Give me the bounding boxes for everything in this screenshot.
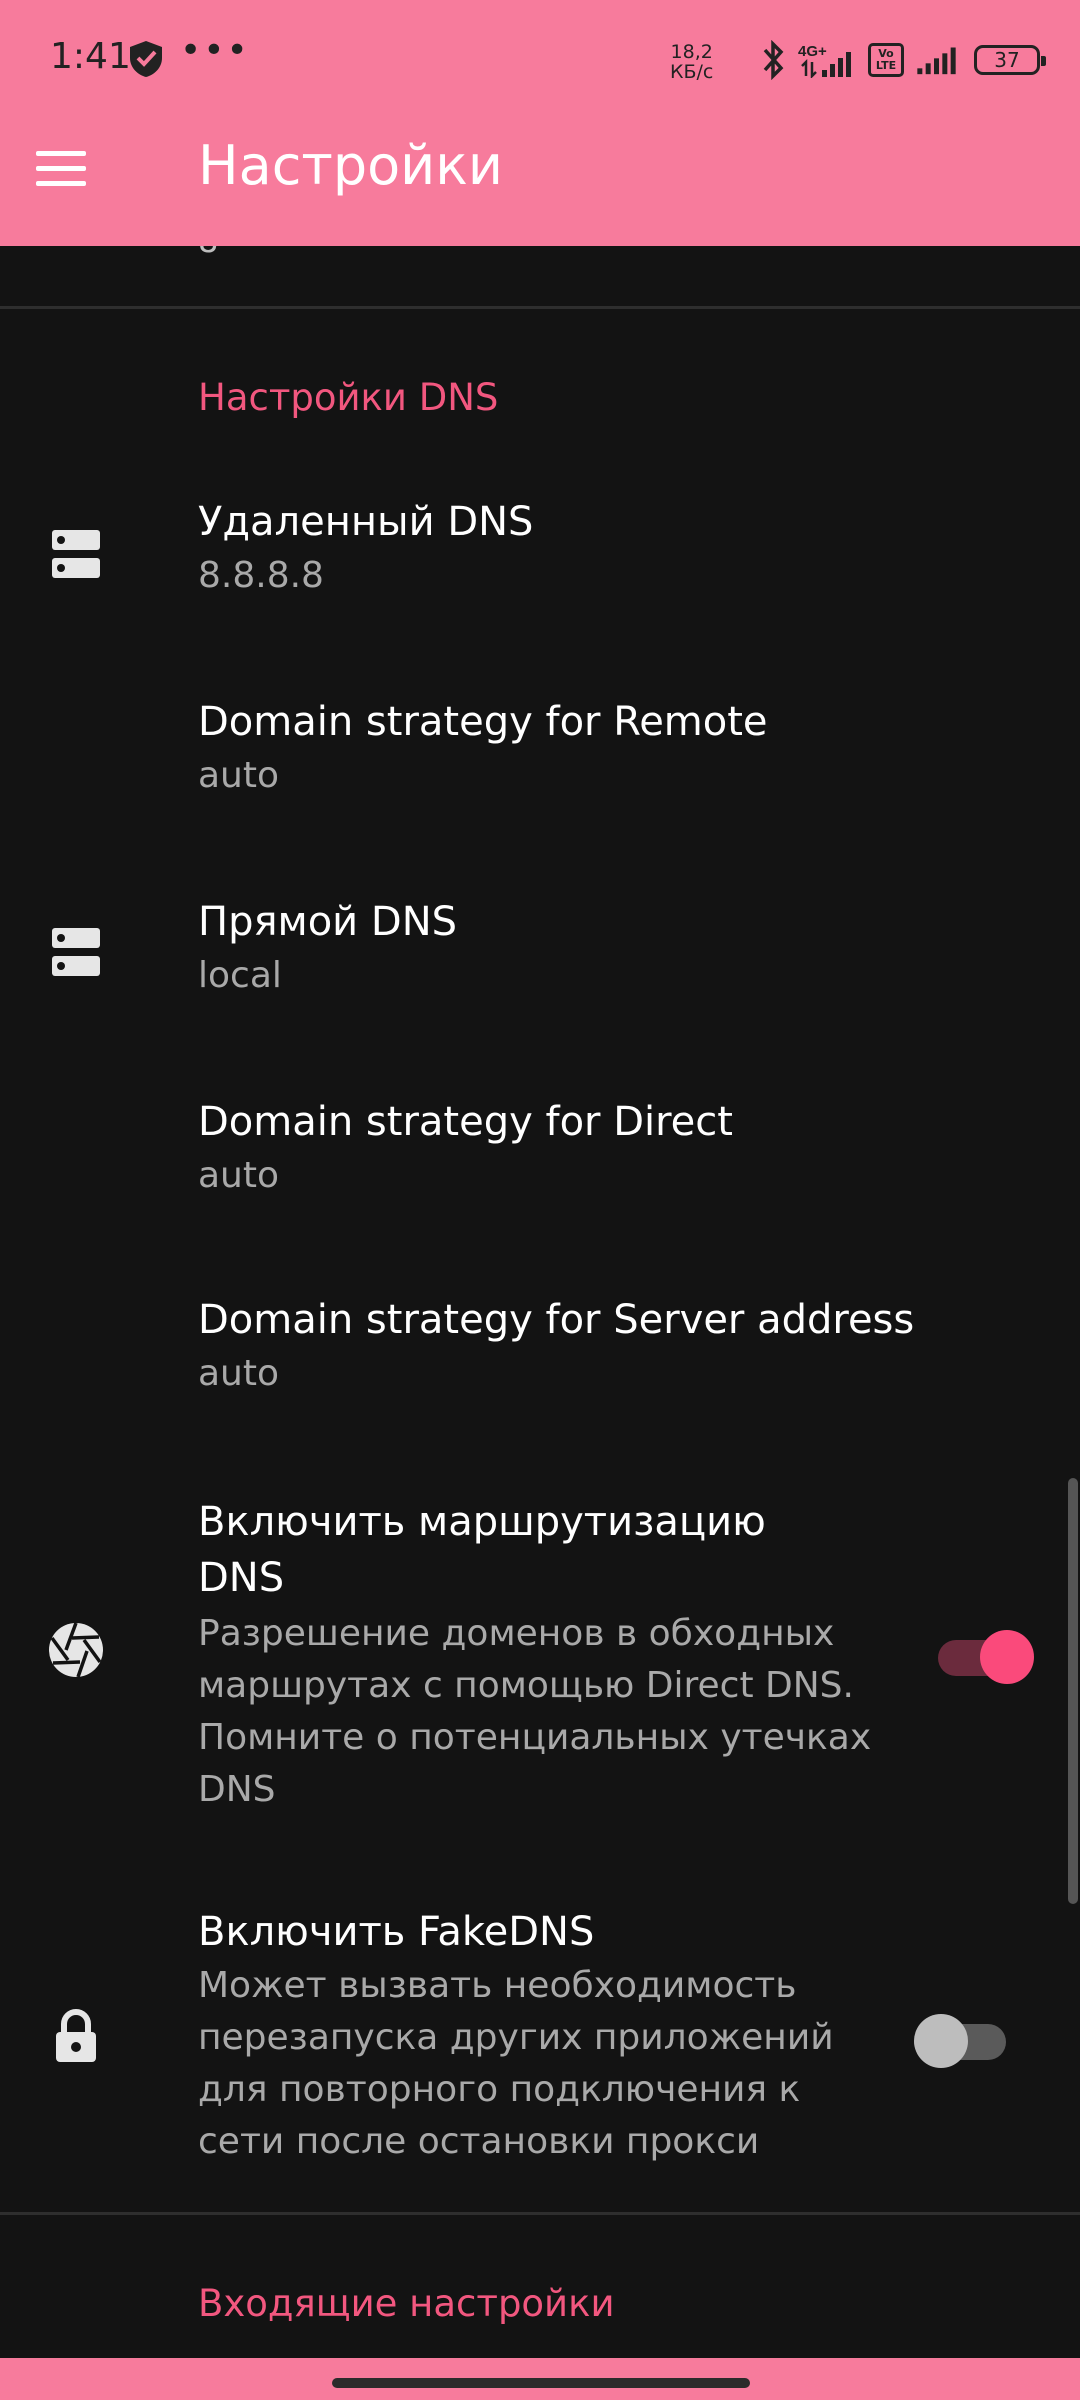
direct-dns-title: Прямой DNS [198,899,458,945]
hamburger-menu-icon[interactable] [36,136,118,200]
remote-dns-item[interactable]: Удаленный DNS 8.8.8.8 [0,476,1080,646]
dns-routing-title-line1: Включить маршрутизацию [198,1499,766,1545]
fakedns-desc-line1: Может вызвать необходимость [198,1965,797,2006]
more-dots-icon: ••• [180,30,250,71]
network-speed-value: 18,2 [670,41,713,63]
remote-dns-value: 8.8.8.8 [198,555,324,596]
section-header-inbound: Входящие настройки [198,2282,615,2325]
domain-strategy-direct-value: auto [198,1155,280,1196]
volte-icon: Vo LTE [868,43,904,77]
section-divider [0,306,1080,309]
dns-server-icon [52,530,100,578]
lock-icon [56,2009,96,2062]
shield-icon [130,41,162,77]
section-header-dns: Настройки DNS [198,376,499,419]
domain-strategy-remote-value: auto [198,755,280,796]
fakedns-desc-line3: для повторного подключения к [198,2069,801,2110]
bluetooth-icon [763,40,784,80]
fakedns-toggle[interactable] [914,2006,1014,2068]
remote-dns-title: Удаленный DNS [198,499,534,545]
dns-routing-desc-line2: маршрутах с помощью Direct DNS. [198,1665,854,1706]
domain-strategy-remote-item[interactable]: Domain strategy for Remote auto [0,676,1080,846]
battery-icon: 37 [974,45,1046,75]
fakedns-item[interactable]: Включить FakeDNS Может вызвать необходим… [0,1894,1080,2204]
battery-level: 37 [994,48,1020,72]
domain-strategy-server-value: auto [198,1353,280,1394]
direct-dns-value: local [198,955,282,996]
aperture-icon [49,1622,103,1678]
dns-routing-desc-line3: Помните о потенциальных утечках [198,1717,872,1758]
status-bar: 1:41 ••• 18,2 КБ/с 4G+ Vo LTE 37 [0,0,1080,120]
domain-strategy-server-item[interactable]: Domain strategy for Server address auto [0,1272,1080,1442]
page-title: Настройки [198,134,503,197]
fakedns-title: Включить FakeDNS [198,1909,595,1955]
dns-routing-desc-line1: Разрешение доменов в обходных [198,1613,835,1654]
dns-routing-desc-line4: DNS [198,1769,276,1810]
home-gesture-handle[interactable] [332,2378,750,2388]
network-speed-unit: КБ/с [670,61,714,83]
app-bar: 1:41 ••• 18,2 КБ/с 4G+ Vo LTE 37 Настрой… [0,0,1080,246]
dns-routing-title-line2: DNS [198,1555,285,1601]
svg-text:4G+: 4G+ [798,43,827,60]
direct-dns-item[interactable]: Прямой DNS local [0,874,1080,1044]
status-icons: 4G+ Vo LTE 37 [758,40,1046,80]
status-time: 1:41 [50,36,131,77]
fakedns-desc-line2: перезапуска других приложений [198,2017,834,2058]
signal-4g-icon: 4G+ [798,43,851,78]
domain-strategy-direct-title: Domain strategy for Direct [198,1099,733,1145]
dns-server-icon [52,928,100,976]
scrollbar[interactable] [1068,1478,1078,1904]
dns-routing-item[interactable]: Включить маршрутизацию DNS Разрешение до… [0,1470,1080,1830]
section-divider [0,2212,1080,2215]
dns-routing-toggle[interactable] [938,1622,1038,1684]
domain-strategy-remote-title: Domain strategy for Remote [198,699,768,745]
navigation-bar [0,2358,1080,2400]
domain-strategy-server-title: Domain strategy for Server address [198,1297,915,1343]
signal-icon [917,47,956,75]
fakedns-desc-line4: сети после остановки прокси [198,2121,760,2162]
domain-strategy-direct-item[interactable]: Domain strategy for Direct auto [0,1074,1080,1244]
network-speed: 18,2 КБ/с [670,42,713,82]
